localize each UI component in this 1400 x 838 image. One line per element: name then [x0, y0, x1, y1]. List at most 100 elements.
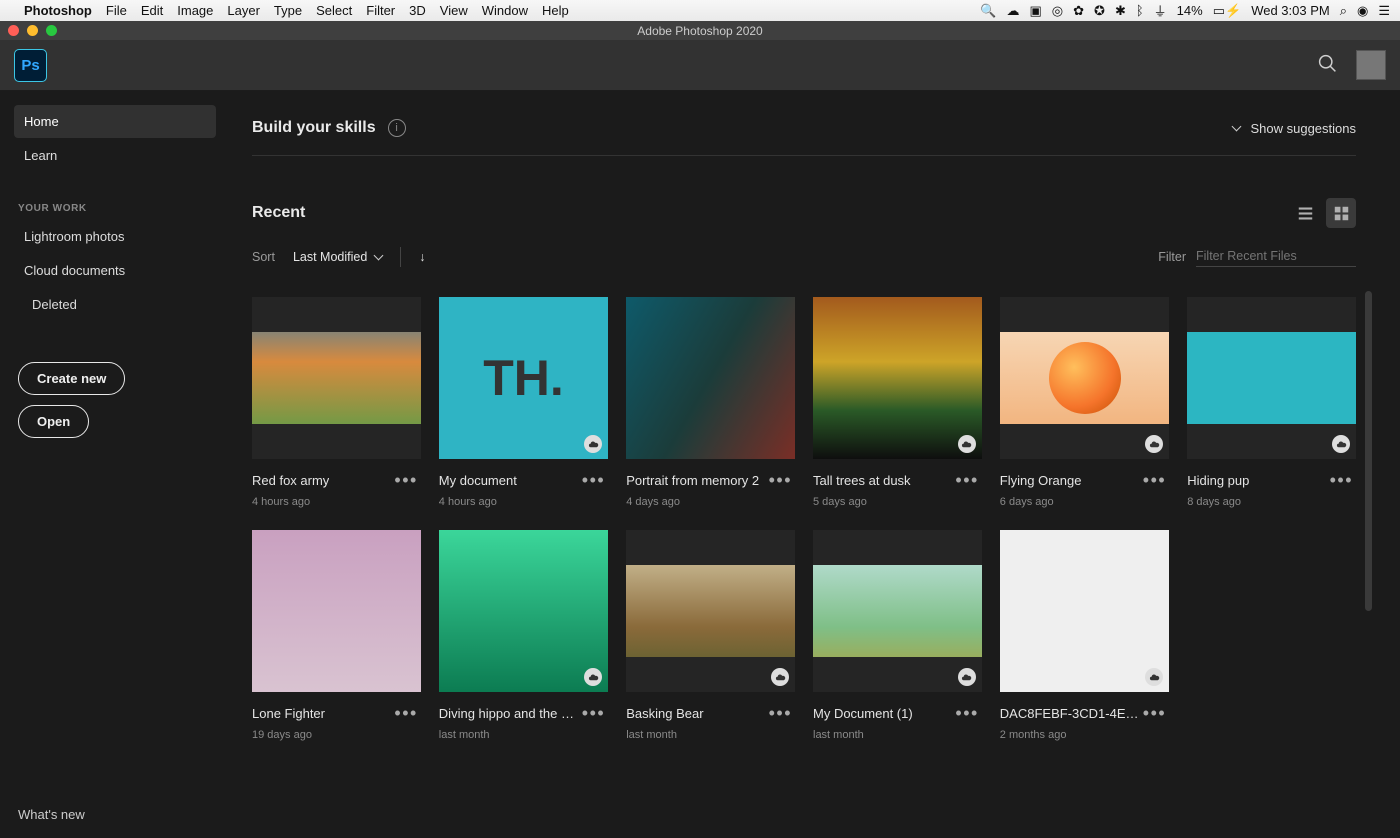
menu-item[interactable]: Image: [177, 3, 213, 18]
search-icon[interactable]: [1317, 53, 1338, 77]
file-name: DAC8FEBF-3CD1-4E07-A4...: [1000, 706, 1140, 721]
more-options-button[interactable]: •••: [579, 710, 608, 717]
sort-direction-button[interactable]: ↓: [419, 250, 425, 264]
file-card[interactable]: DAC8FEBF-3CD1-4E07-A4...••• 2 months ago: [1000, 530, 1169, 741]
sidebar: Home Learn YOUR WORK Lightroom photos Cl…: [0, 91, 232, 838]
sort-value-dropdown[interactable]: Last Modified: [293, 250, 382, 264]
battery-pct: 14%: [1177, 3, 1203, 18]
chevron-down-icon: [1232, 122, 1242, 132]
file-name: Tall trees at dusk: [813, 473, 911, 488]
scrollbar-thumb[interactable]: [1365, 291, 1372, 611]
more-options-button[interactable]: •••: [1140, 710, 1169, 717]
menu-item[interactable]: Filter: [366, 3, 395, 18]
build-skills-title: Build your skills: [252, 119, 376, 137]
more-options-button[interactable]: •••: [391, 710, 420, 717]
status-icon[interactable]: ✪: [1094, 3, 1105, 19]
filter-input[interactable]: [1196, 246, 1356, 267]
file-name: Hiding pup: [1187, 473, 1249, 488]
menu-item[interactable]: File: [106, 3, 127, 18]
status-icon[interactable]: 🔍: [980, 3, 996, 19]
list-view-button[interactable]: [1290, 198, 1320, 228]
menu-app[interactable]: Photoshop: [24, 3, 92, 18]
status-icon[interactable]: ✱: [1115, 3, 1126, 19]
user-avatar[interactable]: [1356, 50, 1386, 80]
spotlight-icon[interactable]: ⌕: [1340, 3, 1347, 19]
file-card[interactable]: Basking Bear•••last month: [626, 530, 795, 741]
file-card[interactable]: Red fox army•••4 hours ago: [252, 297, 421, 508]
file-time: 8 days ago: [1187, 496, 1356, 508]
file-thumbnail[interactable]: [626, 530, 795, 692]
file-thumbnail[interactable]: [626, 297, 795, 459]
file-card[interactable]: Tall trees at dusk ••• 5 days ago: [813, 297, 982, 508]
file-time: 5 days ago: [813, 496, 982, 508]
file-card[interactable]: TH.My document•••4 hours ago: [439, 297, 608, 508]
file-card[interactable]: Flying Orange•••6 days ago: [1000, 297, 1169, 508]
chevron-down-icon: [374, 250, 384, 260]
sidebar-item-deleted[interactable]: Deleted: [14, 288, 216, 321]
ps-logo[interactable]: Ps: [14, 49, 47, 82]
file-card[interactable]: Portrait from memory 2•••4 days ago: [626, 297, 795, 508]
more-options-button[interactable]: •••: [952, 477, 981, 484]
status-icon[interactable]: ◎: [1052, 3, 1063, 19]
sidebar-item-home[interactable]: Home: [14, 105, 216, 138]
status-icon[interactable]: ☁︎: [1006, 3, 1019, 19]
menu-item[interactable]: 3D: [409, 3, 426, 18]
file-thumbnail[interactable]: [1000, 530, 1169, 692]
file-thumbnail[interactable]: TH.: [439, 297, 608, 459]
more-options-button[interactable]: •••: [766, 710, 795, 717]
more-options-button[interactable]: •••: [1140, 477, 1169, 484]
file-thumbnail[interactable]: [1000, 297, 1169, 459]
more-options-button[interactable]: •••: [952, 710, 981, 717]
file-card[interactable]: My Document (1)•••last month: [813, 530, 982, 741]
menu-item[interactable]: Help: [542, 3, 569, 18]
minimize-window-button[interactable]: [27, 25, 38, 36]
more-options-button[interactable]: •••: [579, 477, 608, 484]
whats-new-link[interactable]: What's new: [18, 807, 212, 822]
clock[interactable]: Wed 3:03 PM: [1251, 3, 1330, 18]
file-time: 6 days ago: [1000, 496, 1169, 508]
file-time: last month: [813, 729, 982, 741]
file-thumbnail[interactable]: [252, 530, 421, 692]
file-time: 2 months ago: [1000, 729, 1169, 741]
menu-item[interactable]: Type: [274, 3, 302, 18]
window-title: Adobe Photoshop 2020: [637, 24, 762, 38]
show-suggestions-toggle[interactable]: Show suggestions: [1233, 121, 1356, 136]
more-options-button[interactable]: •••: [1327, 477, 1356, 484]
sidebar-item-learn[interactable]: Learn: [14, 139, 216, 172]
more-options-button[interactable]: •••: [391, 477, 420, 484]
sidebar-item-lightroom[interactable]: Lightroom photos: [14, 220, 216, 253]
window-titlebar: Adobe Photoshop 2020: [0, 21, 1400, 40]
menu-item[interactable]: Edit: [141, 3, 163, 18]
info-icon[interactable]: i: [388, 119, 406, 137]
menu-item[interactable]: View: [440, 3, 468, 18]
file-thumbnail[interactable]: [813, 530, 982, 692]
open-button[interactable]: Open: [18, 405, 89, 438]
more-options-button[interactable]: •••: [766, 477, 795, 484]
wifi-icon[interactable]: ⏚: [1154, 1, 1167, 20]
sidebar-item-cloud[interactable]: Cloud documents: [14, 254, 216, 287]
siri-icon[interactable]: ◉: [1357, 3, 1368, 19]
file-thumbnail[interactable]: [1187, 297, 1356, 459]
file-name: Red fox army: [252, 473, 329, 488]
menu-item[interactable]: Window: [482, 3, 528, 18]
menu-item[interactable]: Select: [316, 3, 352, 18]
status-icon[interactable]: ▣: [1029, 3, 1041, 19]
file-thumbnail[interactable]: [252, 297, 421, 459]
file-thumbnail[interactable]: [813, 297, 982, 459]
file-thumbnail[interactable]: [439, 530, 608, 692]
file-time: last month: [439, 729, 608, 741]
file-card[interactable]: Lone Fighter•••19 days ago: [252, 530, 421, 741]
status-icon[interactable]: ✿: [1073, 3, 1084, 19]
battery-icon[interactable]: ▭⚡: [1213, 3, 1241, 19]
control-center-icon[interactable]: ☰: [1378, 3, 1390, 19]
maximize-window-button[interactable]: [46, 25, 57, 36]
grid-view-button[interactable]: [1326, 198, 1356, 228]
file-card[interactable]: Hiding pup ••• 8 days ago: [1187, 297, 1356, 508]
file-time: 19 days ago: [252, 729, 421, 741]
close-window-button[interactable]: [8, 25, 19, 36]
file-name: Basking Bear: [626, 706, 703, 721]
menu-item[interactable]: Layer: [227, 3, 260, 18]
bluetooth-icon[interactable]: ᛒ: [1136, 3, 1144, 18]
file-card[interactable]: Diving hippo and the sea...•••last month: [439, 530, 608, 741]
create-new-button[interactable]: Create new: [18, 362, 125, 395]
